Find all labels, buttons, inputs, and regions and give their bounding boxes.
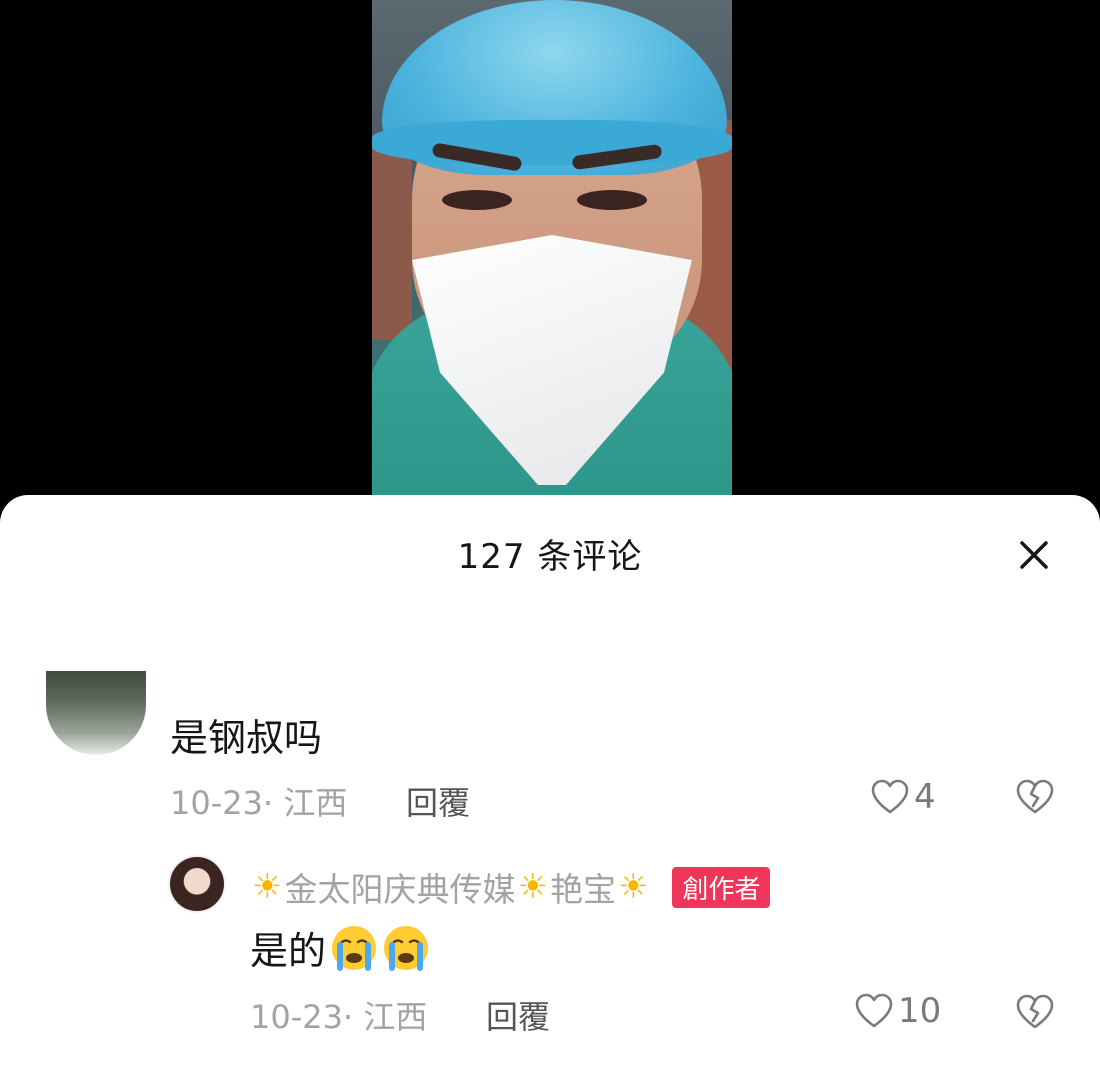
eye (442, 190, 512, 210)
dislike-button[interactable] (1015, 994, 1055, 1034)
creator-badge: 創作者 (672, 866, 771, 908)
sun-icon: ☀ (617, 867, 649, 907)
reply-button[interactable]: 回覆 (406, 778, 470, 824)
close-icon (1020, 541, 1048, 569)
reply-text-row: 是的 (250, 920, 430, 975)
crying-face-icon (332, 925, 377, 971)
reply-meta: 10-23· 江西 (250, 998, 428, 1036)
comment-meta: 10-23· 江西 (170, 784, 348, 822)
avatar[interactable] (168, 855, 226, 913)
screen: 127 条评论 是钢叔吗 10-23· 江西 回覆 4 ☀ 金太阳庆典传媒 ☀ … (0, 0, 1100, 1076)
crying-face-icon (384, 925, 429, 971)
reply-button[interactable]: 回覆 (486, 992, 550, 1038)
sun-icon: ☀ (517, 867, 548, 907)
broken-heart-icon (1016, 779, 1054, 814)
heart-icon (871, 779, 909, 814)
like-button[interactable]: 10 (854, 991, 941, 1031)
broken-heart-icon (1016, 994, 1054, 1029)
surgical-cap-band (372, 120, 732, 165)
like-count: 4 (914, 777, 936, 817)
video-player[interactable] (372, 0, 732, 500)
author-name-part: 金太阳庆典传媒 (284, 870, 516, 909)
avatar[interactable] (46, 665, 146, 755)
sun-icon: ☀ (252, 867, 283, 907)
dislike-button[interactable] (1015, 779, 1055, 819)
author-name-part: 艳宝 (549, 870, 616, 909)
close-button[interactable] (1010, 531, 1058, 579)
like-button[interactable]: 4 (870, 777, 936, 817)
eye (577, 190, 647, 210)
video-background (372, 140, 412, 340)
comments-sheet: 127 条评论 是钢叔吗 10-23· 江西 回覆 4 ☀ 金太阳庆典传媒 ☀ … (0, 495, 1100, 1076)
reply-author[interactable]: ☀ 金太阳庆典传媒 ☀ 艳宝 ☀ 創作者 (250, 863, 771, 911)
like-count: 10 (898, 991, 942, 1031)
comments-count-title: 127 条评论 (457, 537, 643, 577)
reply-text: 是的 (250, 929, 327, 973)
comment-text: 是钢叔吗 (170, 716, 323, 760)
heart-icon (855, 993, 893, 1028)
